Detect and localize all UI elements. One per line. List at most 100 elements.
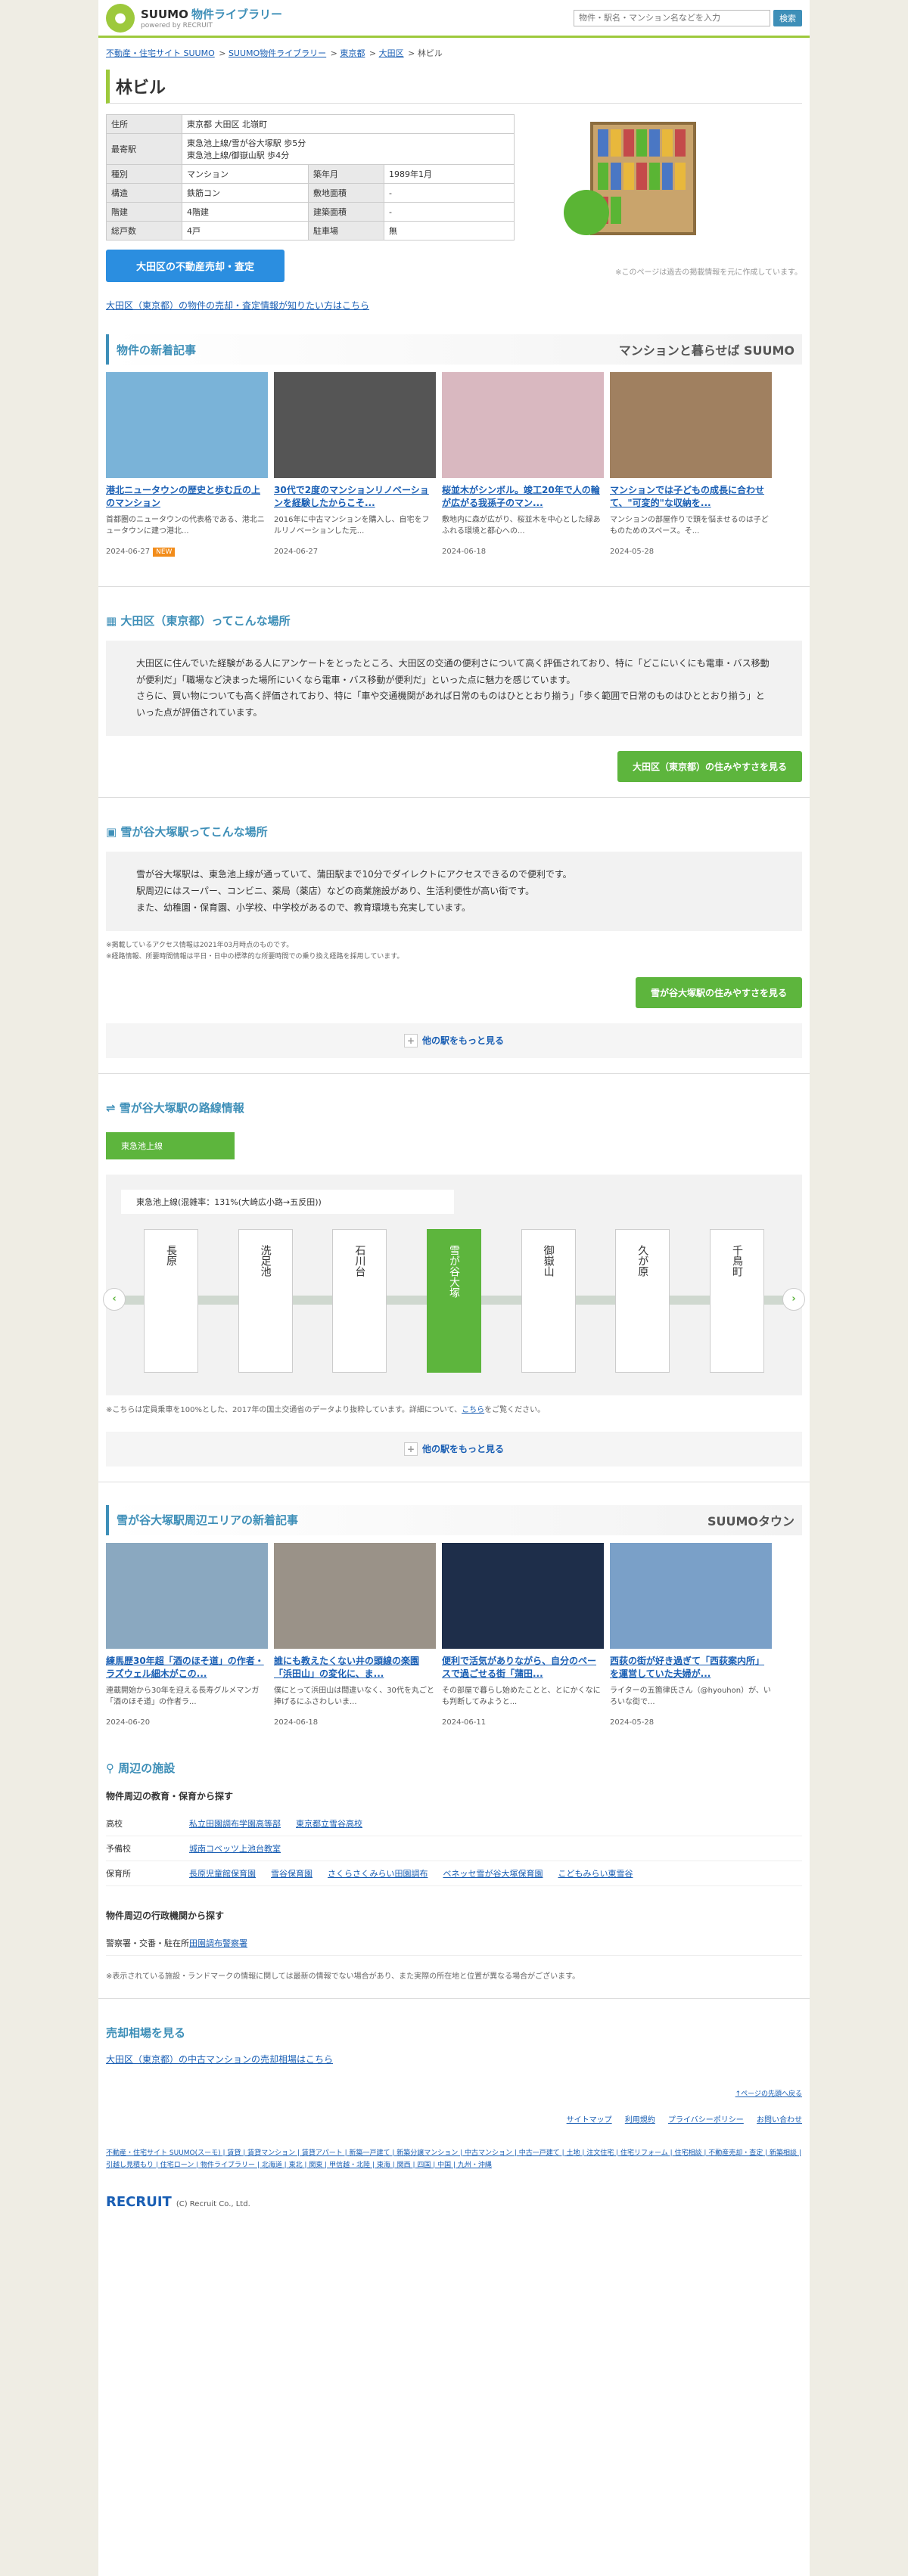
sell-assessment-button[interactable]: 大田区の不動産売却・査定 xyxy=(106,250,285,282)
breadcrumb-current: 林ビル xyxy=(417,48,443,58)
more-stations-button[interactable]: + 他の駅をもっと見る xyxy=(106,1023,802,1058)
congestion-label: 東急池上線(混雑率：131%(大崎広小路→五反田)) xyxy=(121,1189,454,1214)
recruit-wordmark: RECRUIT xyxy=(106,2194,172,2211)
article-title[interactable]: 西荻の街が好き過ぎて「西荻案内所」を運営していた夫婦が... xyxy=(610,1655,772,1681)
area-news-title: 雪が谷大塚駅周辺エリアの新着記事 xyxy=(117,1513,299,1528)
route-note-link[interactable]: こちら xyxy=(462,1406,484,1414)
news-brand: マンションと暮らせば SUUMO xyxy=(618,343,794,358)
breadcrumb-link[interactable]: 東京都 xyxy=(340,48,365,58)
archive-notice: ※このページは過去の掲載情報を元に作成しています。 xyxy=(615,268,802,277)
station-item[interactable]: 石川台 xyxy=(332,1228,387,1373)
facility-link[interactable]: 私立田園調布学園高等部 xyxy=(189,1819,281,1829)
breadcrumb-link[interactable]: 大田区 xyxy=(379,48,404,58)
breadcrumb-link[interactable]: SUUMO物件ライブラリー xyxy=(229,48,326,58)
next-arrow-icon[interactable]: › xyxy=(782,1287,805,1311)
route-title: ⇌ 雪が谷大塚駅の路線情報 xyxy=(98,1097,810,1119)
facility-link[interactable]: 長原児童館保育園 xyxy=(189,1869,256,1879)
site-logo[interactable]: ● SUUMO 物件ライブラリー powered by RECRUIT xyxy=(106,3,282,33)
facility-link[interactable]: ベネッセ雪が谷大塚保育園 xyxy=(443,1869,543,1879)
article-card[interactable]: 練馬歴30年超「酒のほそ道」の作者・ラズウェル細木がこの... 連載開始から30年… xyxy=(106,1542,268,1727)
facility-link[interactable]: 城南コベッツ上池台教室 xyxy=(189,1844,281,1854)
station-item[interactable]: 長原 xyxy=(144,1228,198,1373)
logo-tag: powered by RECRUIT xyxy=(141,22,213,29)
cell-label: 敷地面積 xyxy=(308,183,385,203)
article-title[interactable]: 練馬歴30年超「酒のほそ道」の作者・ラズウェル細木がこの... xyxy=(106,1655,268,1681)
station-title-text: 雪が谷大塚駅ってこんな場所 xyxy=(120,825,268,840)
station-item[interactable]: 御嶽山 xyxy=(521,1228,576,1373)
page-top-link[interactable]: ↑ページの先頭へ戻る xyxy=(735,2090,802,2098)
route-note-end: をご覧ください。 xyxy=(484,1405,546,1414)
cell-value: 東急池上線/雪が谷大塚駅 歩5分 東急池上線/御嶽山駅 歩4分 xyxy=(182,133,515,165)
facilities-note: ※表示されている施設・ランドマークの情報に関しては最新の情報でない場合があり、ま… xyxy=(106,1972,580,1981)
route-note-text: ※こちらは定員乗車を100%とした、2017年の国土交通省のデータより抜粋してい… xyxy=(106,1405,462,1414)
article-image xyxy=(442,372,604,478)
sell-info-link[interactable]: 大田区（東京都）の物件の売却・査定情報が知りたい方はこちら xyxy=(106,299,802,312)
footer-link[interactable]: お問い合わせ xyxy=(757,2116,802,2124)
more-stations-button[interactable]: + 他の駅をもっと見る xyxy=(106,1431,802,1466)
facility-link[interactable]: 田園調布警察署 xyxy=(189,1938,247,1948)
station-livability-button[interactable]: 雪が谷大塚駅の住みやすさを見る xyxy=(635,976,802,1008)
article-card[interactable]: マンションでは子どもの成長に合わせて、"可変的"な収納を... マンションの部屋作… xyxy=(610,372,772,556)
cell-label: 階建 xyxy=(106,202,182,222)
edu-title: 物件周辺の教育・保育から探す xyxy=(106,1790,234,1802)
cell-value: 1989年1月 xyxy=(384,164,515,184)
article-date: 2024-05-28 xyxy=(610,548,655,556)
facility-link[interactable]: 東京都立雪谷高校 xyxy=(296,1819,362,1829)
station-item[interactable]: 洗足池 xyxy=(238,1228,293,1373)
route-icon: ⇌ xyxy=(106,1100,120,1115)
article-date: 2024-06-27 xyxy=(274,548,319,556)
article-card[interactable]: 西荻の街が好き過ぎて「西荻案内所」を運営していた夫婦が... ライターの五箇律氏さ… xyxy=(610,1542,772,1727)
article-title[interactable]: 30代で2度のマンションリノベーションを経験したからこそ... xyxy=(274,484,436,510)
news-section: 物件の新着記事 マンションと暮らせば SUUMO 港北ニュータウンの歴史と歩む丘… xyxy=(106,334,802,563)
line-tab[interactable]: 東急池上線 xyxy=(106,1131,235,1159)
article-text: 連載開始から30年を迎える長寿グルメマンガ「酒のほそ道」の作者ラ... xyxy=(106,1686,260,1706)
article-card[interactable]: 港北ニュータウンの歴史と歩む丘の上のマンション 首都圏のニュータウンの代表格である… xyxy=(106,372,268,557)
facility-label: 警察署・交番・駐在所 xyxy=(106,1938,189,1948)
pin-icon: ⚲ xyxy=(106,1761,119,1775)
more-label: 他の駅をもっと見る xyxy=(421,1035,504,1046)
article-image xyxy=(106,1542,268,1649)
area-news-section: 雪が谷大塚駅周辺エリアの新着記事 SUUMOタウン 練馬歴30年超「酒のほそ道」… xyxy=(106,1504,802,1734)
article-title[interactable]: 桜並木がシンボル。竣工20年で人の輪が広がる我孫子のマン... xyxy=(442,484,604,510)
article-date: 2024-06-11 xyxy=(442,1718,487,1727)
header-search: 検索 xyxy=(574,9,802,26)
facility-link[interactable]: こどもみらい東雪谷 xyxy=(558,1869,633,1879)
article-date: 2024-05-28 xyxy=(610,1718,655,1727)
footer-link[interactable]: プライバシーポリシー xyxy=(668,2116,744,2124)
property-info: 住所 東京都 大田区 北嶺町 最寄駅 東急池上線/雪が谷大塚駅 歩5分 東急池上線/… xyxy=(98,114,810,291)
facility-link[interactable]: 雪谷保育園 xyxy=(271,1869,313,1879)
search-button[interactable]: 検索 xyxy=(773,9,802,26)
footer-link[interactable]: サイトマップ xyxy=(567,2116,612,2124)
article-title[interactable]: 誰にも教えたくない井の頭線の楽園「浜田山」の変化に、ま... xyxy=(274,1655,436,1681)
news-title: 物件の新着記事 xyxy=(117,343,197,357)
article-card[interactable]: 30代で2度のマンションリノベーションを経験したからこそ... 2016年に中古マ… xyxy=(274,372,436,556)
station-item[interactable]: 久が原 xyxy=(615,1228,670,1373)
cell-label: 総戸数 xyxy=(106,221,182,241)
sell-price-link[interactable]: 大田区（東京都）の中古マンションの売却相場はこちら xyxy=(106,2053,802,2065)
article-card[interactable]: 誰にも教えたくない井の頭線の楽園「浜田山」の変化に、ま... 僕にとって浜田山は間… xyxy=(274,1542,436,1727)
logo-sub: 物件ライブラリー xyxy=(191,8,282,21)
footer-link[interactable]: 利用規約 xyxy=(625,2116,655,2124)
article-image xyxy=(442,1542,604,1649)
facility-link[interactable]: さくらさくみらい田園調布 xyxy=(328,1869,428,1879)
area-news-header: 雪が谷大塚駅周辺エリアの新着記事 SUUMOタウン xyxy=(106,1504,802,1535)
article-image xyxy=(610,1542,772,1649)
divider xyxy=(98,1997,810,1999)
breadcrumb-link[interactable]: 不動産・住宅サイト SUUMO xyxy=(106,48,215,58)
route-map: 東急池上線(混雑率：131%(大崎広小路→五反田)) 長原 洗足池 石川台 雪が… xyxy=(103,1174,805,1395)
article-card[interactable]: 便利で活気がありながら、自分のペースで過ごせる街「蒲田... その部屋で暮らし始め… xyxy=(442,1542,604,1727)
article-title[interactable]: 港北ニュータウンの歴史と歩む丘の上のマンション xyxy=(106,484,268,510)
prev-arrow-icon[interactable]: ‹ xyxy=(103,1287,126,1311)
article-title[interactable]: マンションでは子どもの成長に合わせて、"可変的"な収納を... xyxy=(610,484,772,510)
facilities-title: ⚲ 周辺の施設 xyxy=(98,1757,810,1779)
facility-label: 高校 xyxy=(106,1818,123,1829)
area-news-cards: 練馬歴30年超「酒のほそ道」の作者・ラズウェル細木がこの... 連載開始から30年… xyxy=(106,1535,802,1734)
article-text: その部屋で暮らし始めたことと、とにかくなにも判断してみようと... xyxy=(442,1686,601,1706)
footer-sitemap-links[interactable]: 不動産・住宅サイト SUUMO(スーモ) | 賃貸 | 賃貸マンション | 賃貸… xyxy=(106,2149,801,2169)
ward-livability-button[interactable]: 大田区（東京都）の住みやすさを見る xyxy=(617,751,802,783)
station-item[interactable]: 千鳥町 xyxy=(709,1228,764,1373)
article-card[interactable]: 桜並木がシンボル。竣工20年で人の輪が広がる我孫子のマン... 敷地内に森が広がり… xyxy=(442,372,604,556)
article-title[interactable]: 便利で活気がありながら、自分のペースで過ごせる街「蒲田... xyxy=(442,1655,604,1681)
station-item-current[interactable]: 雪が谷大塚 xyxy=(426,1228,481,1373)
search-input[interactable] xyxy=(574,9,770,26)
